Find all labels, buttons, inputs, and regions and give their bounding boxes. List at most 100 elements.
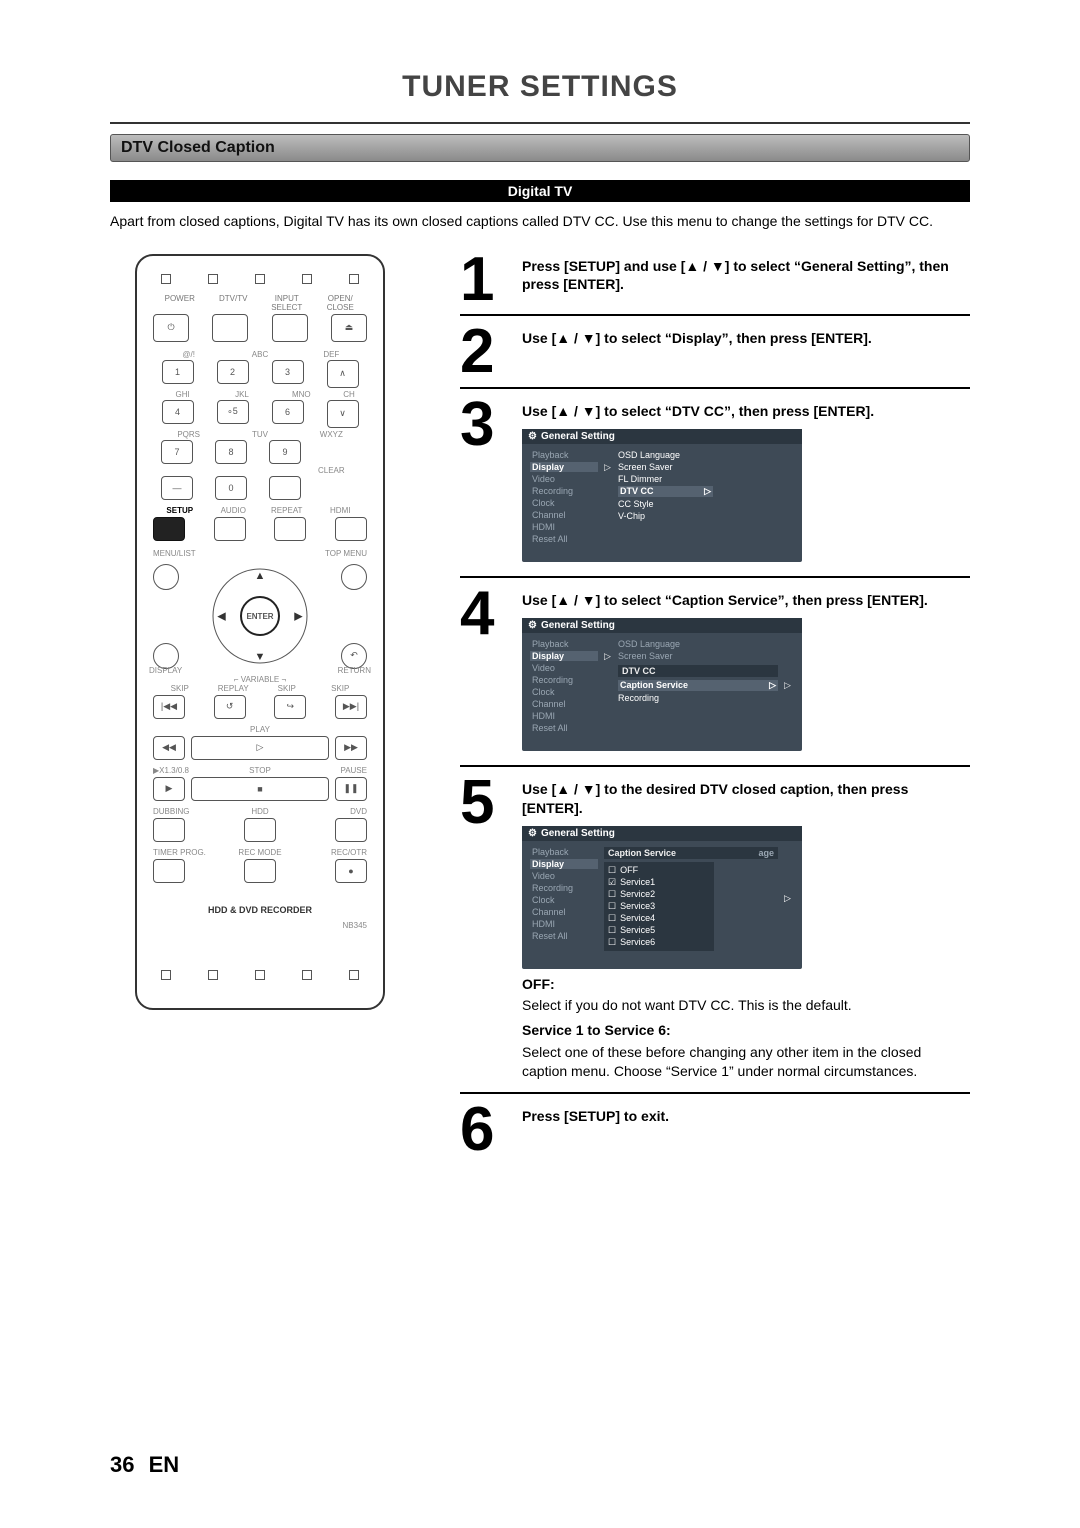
recmode-button[interactable]: [244, 859, 276, 883]
num-1[interactable]: 1: [162, 360, 194, 384]
stop-button[interactable]: ■: [191, 777, 329, 801]
step-number: 1: [460, 254, 508, 307]
section-heading: DTV Closed Caption: [110, 134, 970, 162]
num-2[interactable]: 2: [217, 360, 249, 384]
arrow-down-icon[interactable]: ▼: [255, 651, 266, 663]
repeat-label: REPEAT: [260, 506, 314, 515]
page-title: TUNER SETTINGS: [110, 70, 970, 104]
osd-menu-list: Playback Display Video Recording Clock C…: [530, 450, 598, 544]
numpad-abc-label: ABC: [224, 350, 295, 359]
numpad-abc-label: WXYZ: [296, 430, 367, 439]
step-text: /: [570, 781, 582, 797]
ch-up-button[interactable]: ∧: [327, 360, 359, 388]
timer-button[interactable]: [153, 859, 185, 883]
numpad-abc-label: JKL: [212, 390, 271, 399]
remote-hole: [255, 274, 265, 284]
num-9[interactable]: 9: [269, 440, 301, 464]
num-0[interactable]: 0: [215, 476, 247, 500]
step-divider: [460, 765, 970, 767]
pause-button[interactable]: ❚❚: [335, 777, 367, 801]
clear-button[interactable]: [269, 476, 301, 500]
step-text: Press [SETUP] and use [: [522, 258, 685, 274]
remote-hole: [302, 274, 312, 284]
rewind-button[interactable]: ◀◀: [153, 736, 185, 760]
osd-screenshot-4: General Setting Playback Display Video R…: [522, 618, 802, 751]
step-number: 3: [460, 399, 508, 568]
recotr-button[interactable]: ●: [335, 859, 367, 883]
dubbing-button[interactable]: [153, 818, 185, 842]
power-button[interactable]: ⏻: [153, 314, 189, 342]
play-button[interactable]: ▷: [191, 736, 329, 760]
input-select-button[interactable]: [272, 314, 308, 342]
top-menu-button[interactable]: [341, 564, 367, 590]
remote-hole: [302, 970, 312, 980]
dash-button[interactable]: —: [161, 476, 193, 500]
page-lang: EN: [149, 1452, 180, 1477]
arrow-right-icon[interactable]: ▶: [294, 610, 302, 623]
dpad: ↶ ENTER ▲ ▼ ◀ ▶ DISPLAY RETURN: [153, 564, 367, 669]
step-2: 2 Use [▲ / ▼] to select “Display”, then …: [460, 326, 970, 379]
osd-menu-list: Playback Display Video Recording Clock C…: [530, 847, 598, 951]
step-1: 1 Press [SETUP] and use [▲ / ▼] to selec…: [460, 254, 970, 307]
variable-label: VARIABLE: [241, 675, 280, 684]
remote-hole: [208, 274, 218, 284]
arrow-up-icon[interactable]: ▲: [255, 570, 266, 582]
replay-button[interactable]: ↺: [214, 695, 246, 719]
num-6[interactable]: 6: [272, 400, 304, 424]
step-divider: [460, 387, 970, 389]
osd-option: OFF: [608, 865, 710, 876]
display-label: DISPLAY: [149, 666, 182, 675]
num-5[interactable]: ∘5: [217, 400, 249, 424]
dtv-tv-button[interactable]: [212, 314, 248, 342]
step-text: /: [699, 258, 711, 274]
osd-caption-service-header: Caption Service: [608, 848, 676, 858]
remote-hole: [255, 970, 265, 980]
forward-button[interactable]: ▶▶: [335, 736, 367, 760]
step-text: /: [570, 592, 582, 608]
hdd-button[interactable]: [244, 818, 276, 842]
top-menu-label: TOP MENU: [296, 549, 367, 558]
skip-back-button[interactable]: |◀◀: [153, 695, 185, 719]
num-3[interactable]: 3: [272, 360, 304, 384]
dvd-button[interactable]: [335, 818, 367, 842]
skip-next-button[interactable]: ▶▶|: [335, 695, 367, 719]
audio-button[interactable]: [214, 517, 246, 541]
label-dtvtv: DTV/TV: [207, 294, 261, 312]
num-8[interactable]: 8: [215, 440, 247, 464]
x13-button[interactable]: ▶: [153, 777, 185, 801]
step-number: 6: [460, 1104, 508, 1157]
open-close-button[interactable]: ⏏: [331, 314, 367, 342]
step-6: 6 Press [SETUP] to exit.: [460, 1104, 970, 1157]
skip-label: SKIP: [314, 684, 368, 693]
num-7[interactable]: 7: [161, 440, 193, 464]
step-text: Use [: [522, 330, 556, 346]
play-label: PLAY: [224, 725, 295, 734]
skip-fwd-button[interactable]: ↪: [274, 695, 306, 719]
osd-title: General Setting: [522, 826, 802, 841]
title-rule: [110, 122, 970, 124]
clear-label: CLEAR: [296, 466, 367, 475]
service-text: Select one of these before changing any …: [522, 1043, 970, 1081]
recmode-label: REC MODE: [224, 848, 295, 857]
repeat-button[interactable]: [274, 517, 306, 541]
skip-label: SKIP: [153, 684, 207, 693]
numpad-abc-label: @/!: [153, 350, 224, 359]
remote-hole: [161, 274, 171, 284]
ch-down-button[interactable]: ∨: [327, 400, 359, 428]
osd-option: Service3: [608, 901, 710, 912]
arrow-left-icon[interactable]: ◀: [217, 610, 225, 623]
menu-list-button[interactable]: [153, 564, 179, 590]
setup-button[interactable]: [153, 517, 185, 541]
numpad-abc-label: DEF: [296, 350, 367, 359]
audio-label: AUDIO: [207, 506, 261, 515]
ch-label: CH: [331, 390, 367, 399]
step-5: 5 Use [▲ / ▼] to the desired DTV closed …: [460, 777, 970, 1084]
label-open-close: OPEN/ CLOSE: [314, 294, 368, 312]
page-footer: 36 EN: [110, 1452, 179, 1478]
hdmi-button[interactable]: [335, 517, 367, 541]
num-4[interactable]: 4: [162, 400, 194, 424]
step-number: 2: [460, 326, 508, 379]
step-text: ] to select “Display”, then press [ENTER…: [596, 330, 872, 346]
enter-button[interactable]: ENTER: [240, 596, 280, 636]
recotr-label: REC/OTR: [296, 848, 367, 857]
